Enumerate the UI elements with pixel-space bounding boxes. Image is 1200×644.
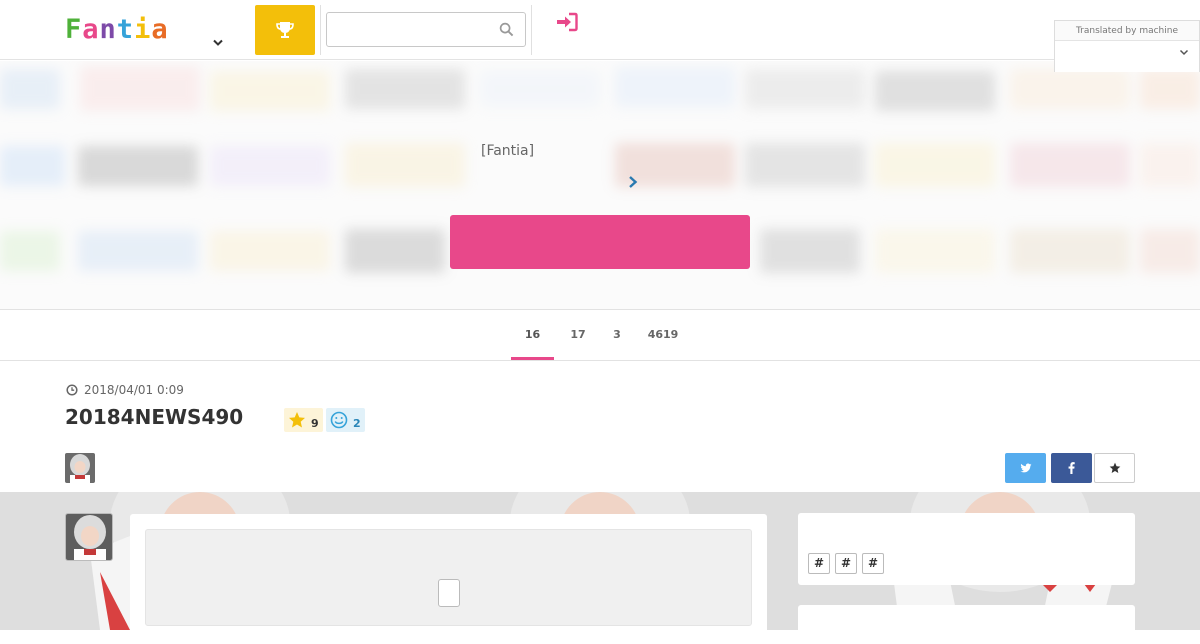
tag-button[interactable]: # [835, 553, 857, 574]
logo-letter: t [116, 14, 135, 45]
site-header: F a n t i a [0, 0, 1200, 60]
smile-icon [330, 411, 348, 429]
translate-widget[interactable]: Translated by machine [1054, 20, 1200, 72]
login-icon[interactable] [556, 12, 578, 32]
star-icon [289, 412, 305, 428]
hero-banner: [Fantia] [0, 61, 1200, 309]
tab-bar: 16 17 3 4619 [0, 309, 1200, 361]
twitter-share-button[interactable] [1005, 453, 1046, 483]
facebook-share-button[interactable] [1051, 453, 1092, 483]
chevron-down-icon[interactable] [213, 36, 223, 50]
search-field[interactable] [326, 12, 526, 47]
logo-letter: n [99, 14, 117, 45]
header-divider [531, 5, 532, 55]
chevron-right-icon[interactable] [627, 175, 639, 189]
translate-label: Translated by machine [1075, 26, 1178, 36]
tag-button[interactable]: # [808, 553, 830, 574]
star-badge[interactable]: 9 [284, 408, 323, 432]
search-input[interactable] [327, 13, 487, 46]
twitter-icon [1020, 463, 1031, 472]
sidebar-card [798, 605, 1135, 635]
hero-label: [Fantia] [481, 143, 535, 159]
media-play-button[interactable] [438, 579, 460, 607]
logo-letter: F [65, 14, 83, 45]
tab-fans[interactable]: 4619 [642, 310, 684, 360]
logo-letter: i [134, 14, 152, 45]
language-select[interactable] [1055, 40, 1199, 72]
signup-button[interactable] [450, 215, 750, 269]
creator-avatar[interactable] [65, 453, 95, 483]
star-count: 9 [311, 416, 319, 430]
tab-posts[interactable]: 16 [511, 310, 554, 360]
tab-plans[interactable]: 3 [603, 310, 631, 360]
smile-badge[interactable]: 2 [326, 408, 365, 432]
tag-button[interactable]: # [862, 553, 884, 574]
tags-card [798, 513, 1135, 585]
logo-letter: a [151, 14, 169, 45]
tab-products[interactable]: 17 [559, 310, 597, 360]
search-icon[interactable] [499, 22, 514, 37]
star-icon [1109, 462, 1120, 473]
post-title: 20184NEWS490 [65, 405, 244, 429]
logo-letter: a [82, 14, 100, 45]
ranking-button[interactable] [255, 5, 315, 55]
fantia-logo[interactable]: F a n t i a [65, 16, 169, 44]
clock-icon [66, 384, 78, 396]
post-date-text: 2018/04/01 0:09 [84, 383, 184, 397]
header-divider [320, 5, 321, 55]
trophy-icon [276, 22, 294, 38]
favorite-button[interactable] [1094, 453, 1135, 483]
creator-avatar-large[interactable] [65, 513, 113, 561]
post-date: 2018/04/01 0:09 [66, 383, 184, 397]
post-media-area [145, 529, 752, 626]
chevron-down-icon [1179, 49, 1189, 56]
smile-count: 2 [353, 416, 361, 430]
hero-overlay [0, 61, 1200, 309]
facebook-icon [1068, 462, 1075, 474]
